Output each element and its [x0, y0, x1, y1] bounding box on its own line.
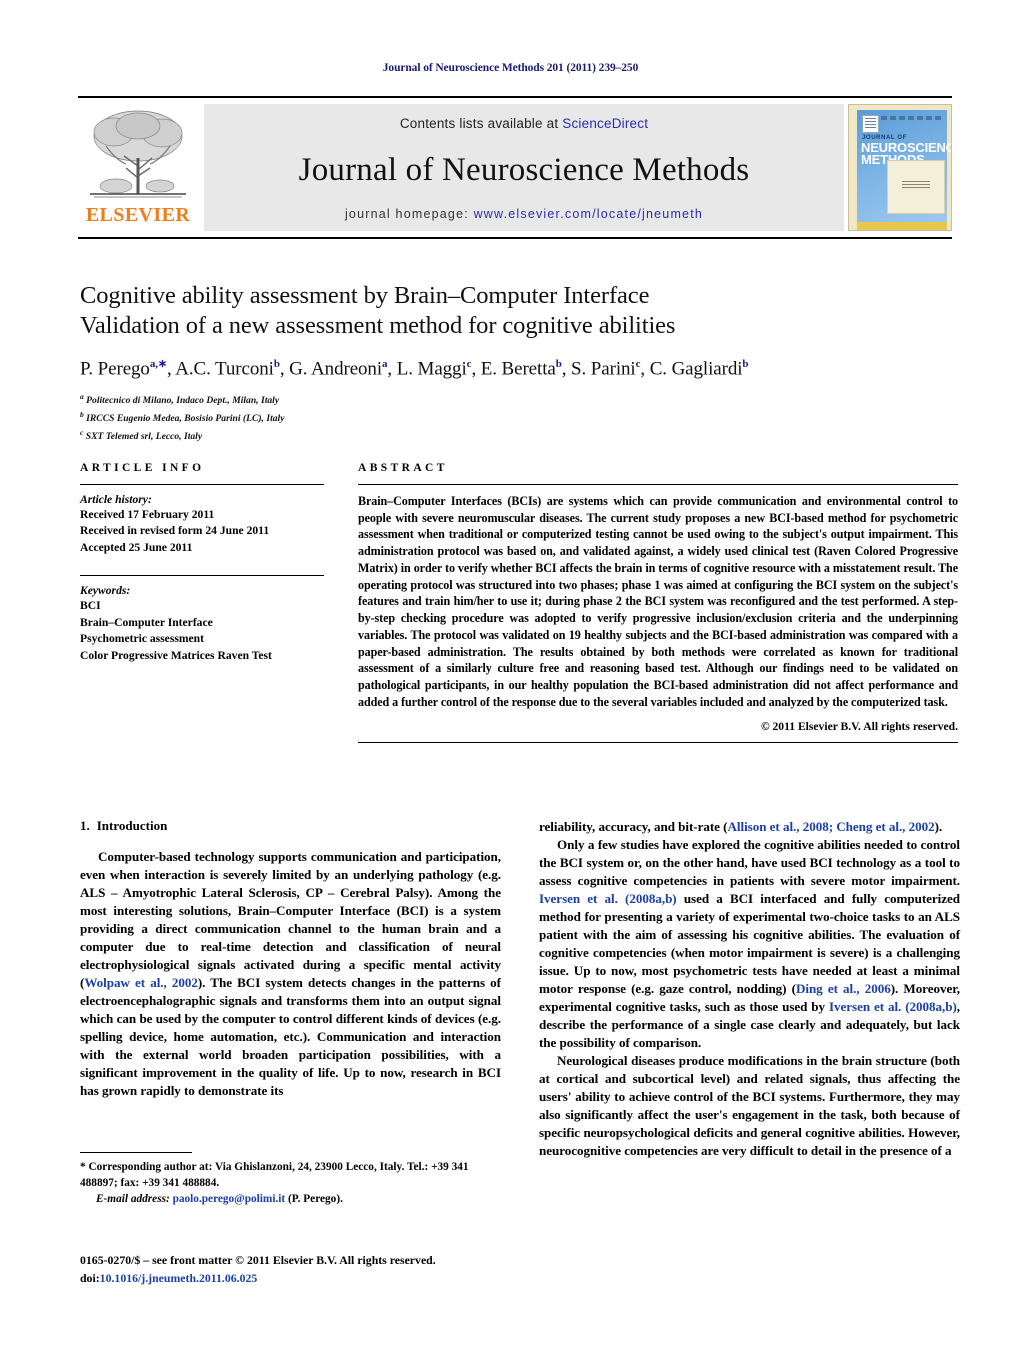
citation-ding[interactable]: Ding et al., 2006	[796, 981, 891, 996]
article-history-item: Received in revised form 24 June 2011	[80, 524, 270, 538]
abstract-text: Brain–Computer Interfaces (BCIs) are sys…	[358, 494, 958, 709]
elsevier-logo: ELSEVIER	[78, 102, 198, 233]
corresponding-author-note: * Corresponding author at: Via Ghislanzo…	[80, 1161, 469, 1190]
contents-prefix: Contents lists available at	[399, 116, 563, 131]
issn-line: 0165-0270/$ – see front matter © 2011 El…	[80, 1253, 436, 1267]
body-column-left: 1. Introduction Computer-based technology…	[80, 818, 501, 1160]
journal-cover-thumbnail: JOURNAL OF NEUROSCIENCE METHODS	[848, 104, 952, 231]
elsevier-wordmark: ELSEVIER	[85, 204, 191, 226]
intro-p2-text-a: Only a few studies have explored the cog…	[539, 837, 960, 888]
affiliation-text: IRCCS Eugenio Medea, Bosisio Parini (LC)…	[86, 413, 285, 425]
journal-homepage-line: journal homepage: www.elsevier.com/locat…	[345, 207, 703, 221]
masthead-center-panel: Contents lists available at ScienceDirec…	[204, 104, 844, 231]
article-info-column: ARTICLE INFO Article history: Received 1…	[80, 462, 342, 743]
keyword-item: Psychometric assessment	[80, 632, 204, 646]
doi-prefix: doi:	[80, 1270, 100, 1285]
section-heading-introduction: 1. Introduction	[80, 818, 501, 834]
footnote-divider	[80, 1152, 192, 1153]
keywords-label: Keywords:	[80, 584, 131, 598]
intro-p1-text-a: Computer-based technology supports commu…	[80, 849, 501, 990]
citation-iversen-1[interactable]: Iversen et al. (2008a,b)	[539, 891, 677, 906]
article-history-item: Received 17 February 2011	[80, 508, 215, 521]
intro-cont-text-b: ).	[934, 819, 943, 834]
doi-link[interactable]: 10.1016/j.jneumeth.2011.06.025	[100, 1271, 258, 1285]
abstract-copyright: © 2011 Elsevier B.V. All rights reserved…	[760, 719, 958, 733]
citation-allison-cheng[interactable]: Allison et al., 2008; Cheng et al., 2002	[727, 819, 934, 834]
abstract-column: ABSTRACT Brain–Computer Interfaces (BCIs…	[342, 462, 958, 743]
email-label: E-mail address:	[96, 1193, 170, 1206]
paper-page: Journal of Neuroscience Methods 201 (201…	[0, 0, 1021, 1351]
section-number: 1.	[80, 818, 90, 833]
intro-paragraph-2: Only a few studies have explored the cog…	[539, 836, 960, 1052]
paper-title-line2: Validation of a new assessment method fo…	[80, 311, 676, 339]
keyword-item: BCI	[80, 599, 101, 613]
issn-doi-block: 0165-0270/$ – see front matter © 2011 El…	[80, 1252, 580, 1288]
affiliation-text: Politecnico di Milano, Indaco Dept., Mil…	[86, 395, 280, 407]
affiliation-marker: c	[80, 427, 84, 437]
title-block: Cognitive ability assessment by Brain–Co…	[80, 281, 960, 444]
email-link[interactable]: paolo.perego@polimi.it	[173, 1193, 286, 1205]
affiliation-item: b IRCCS Eugenio Medea, Bosisio Parini (L…	[80, 409, 960, 427]
affiliation-item: a Politecnico di Milano, Indaco Dept., M…	[80, 391, 960, 409]
footnote-block: * Corresponding author at: Via Ghislanzo…	[80, 1152, 501, 1207]
email-suffix: (P. Perego).	[285, 1193, 343, 1206]
intro-p1-text-b: ). The BCI system detects changes in the…	[80, 975, 501, 1098]
cover-publisher-mark-icon	[862, 115, 879, 133]
affiliation-marker: a	[80, 392, 84, 402]
body-columns: 1. Introduction Computer-based technology…	[80, 818, 960, 1160]
citation-iversen-2[interactable]: Iversen et al. (2008a,b)	[829, 999, 957, 1014]
article-history-label: Article history:	[80, 493, 152, 506]
journal-homepage-link[interactable]: www.elsevier.com/locate/jneumeth	[474, 207, 703, 221]
intro-paragraph-3: Neurological diseases produce modificati…	[539, 1053, 960, 1158]
journal-masthead: ELSEVIER Contents lists available at Sci…	[78, 96, 952, 239]
paper-title-line1: Cognitive ability assessment by Brain–Co…	[80, 282, 650, 309]
affiliation-item: c SXT Telemed srl, Lecco, Italy	[80, 427, 960, 445]
article-info-heading: ARTICLE INFO	[80, 462, 205, 474]
affiliation-list: a Politecnico di Milano, Indaco Dept., M…	[80, 391, 960, 444]
article-history-item: Accepted 25 June 2011	[80, 540, 193, 554]
abstract-heading: ABSTRACT	[358, 462, 448, 474]
intro-paragraph-continued: reliability, accuracy, and bit-rate (All…	[539, 818, 960, 836]
author-list: P. Peregoa,∗, A.C. Turconib, G. Andreoni…	[80, 357, 749, 380]
homepage-prefix: journal homepage:	[344, 207, 474, 221]
intro-paragraph-1: Computer-based technology supports commu…	[80, 848, 501, 1100]
email-note: E-mail address: paolo.perego@polimi.it (…	[80, 1191, 501, 1207]
affiliation-text: SXT Telemed srl, Lecco, Italy	[85, 430, 203, 442]
info-abstract-region: ARTICLE INFO Article history: Received 1…	[80, 462, 958, 743]
intro-cont-text-a: reliability, accuracy, and bit-rate (	[539, 819, 728, 834]
sciencedirect-link[interactable]: ScienceDirect	[562, 116, 648, 131]
citation-wolpaw[interactable]: Wolpaw et al., 2002	[84, 975, 198, 990]
journal-title: Journal of Neuroscience Methods	[298, 151, 750, 188]
doi-line: doi:10.1016/j.jneumeth.2011.06.025	[80, 1270, 580, 1288]
contents-lists-line: Contents lists available at ScienceDirec…	[400, 116, 648, 131]
keyword-item: Color Progressive Matrices Raven Test	[80, 648, 272, 662]
paper-title: Cognitive ability assessment by Brain–Co…	[80, 281, 960, 341]
running-head: Journal of Neuroscience Methods 201 (201…	[382, 62, 639, 74]
keyword-item: Brain–Computer Interface	[80, 615, 213, 629]
section-label: Introduction	[96, 818, 168, 833]
body-column-right: reliability, accuracy, and bit-rate (All…	[539, 818, 960, 1160]
elsevier-tree-icon	[90, 110, 186, 198]
affiliation-marker: b	[80, 409, 84, 419]
